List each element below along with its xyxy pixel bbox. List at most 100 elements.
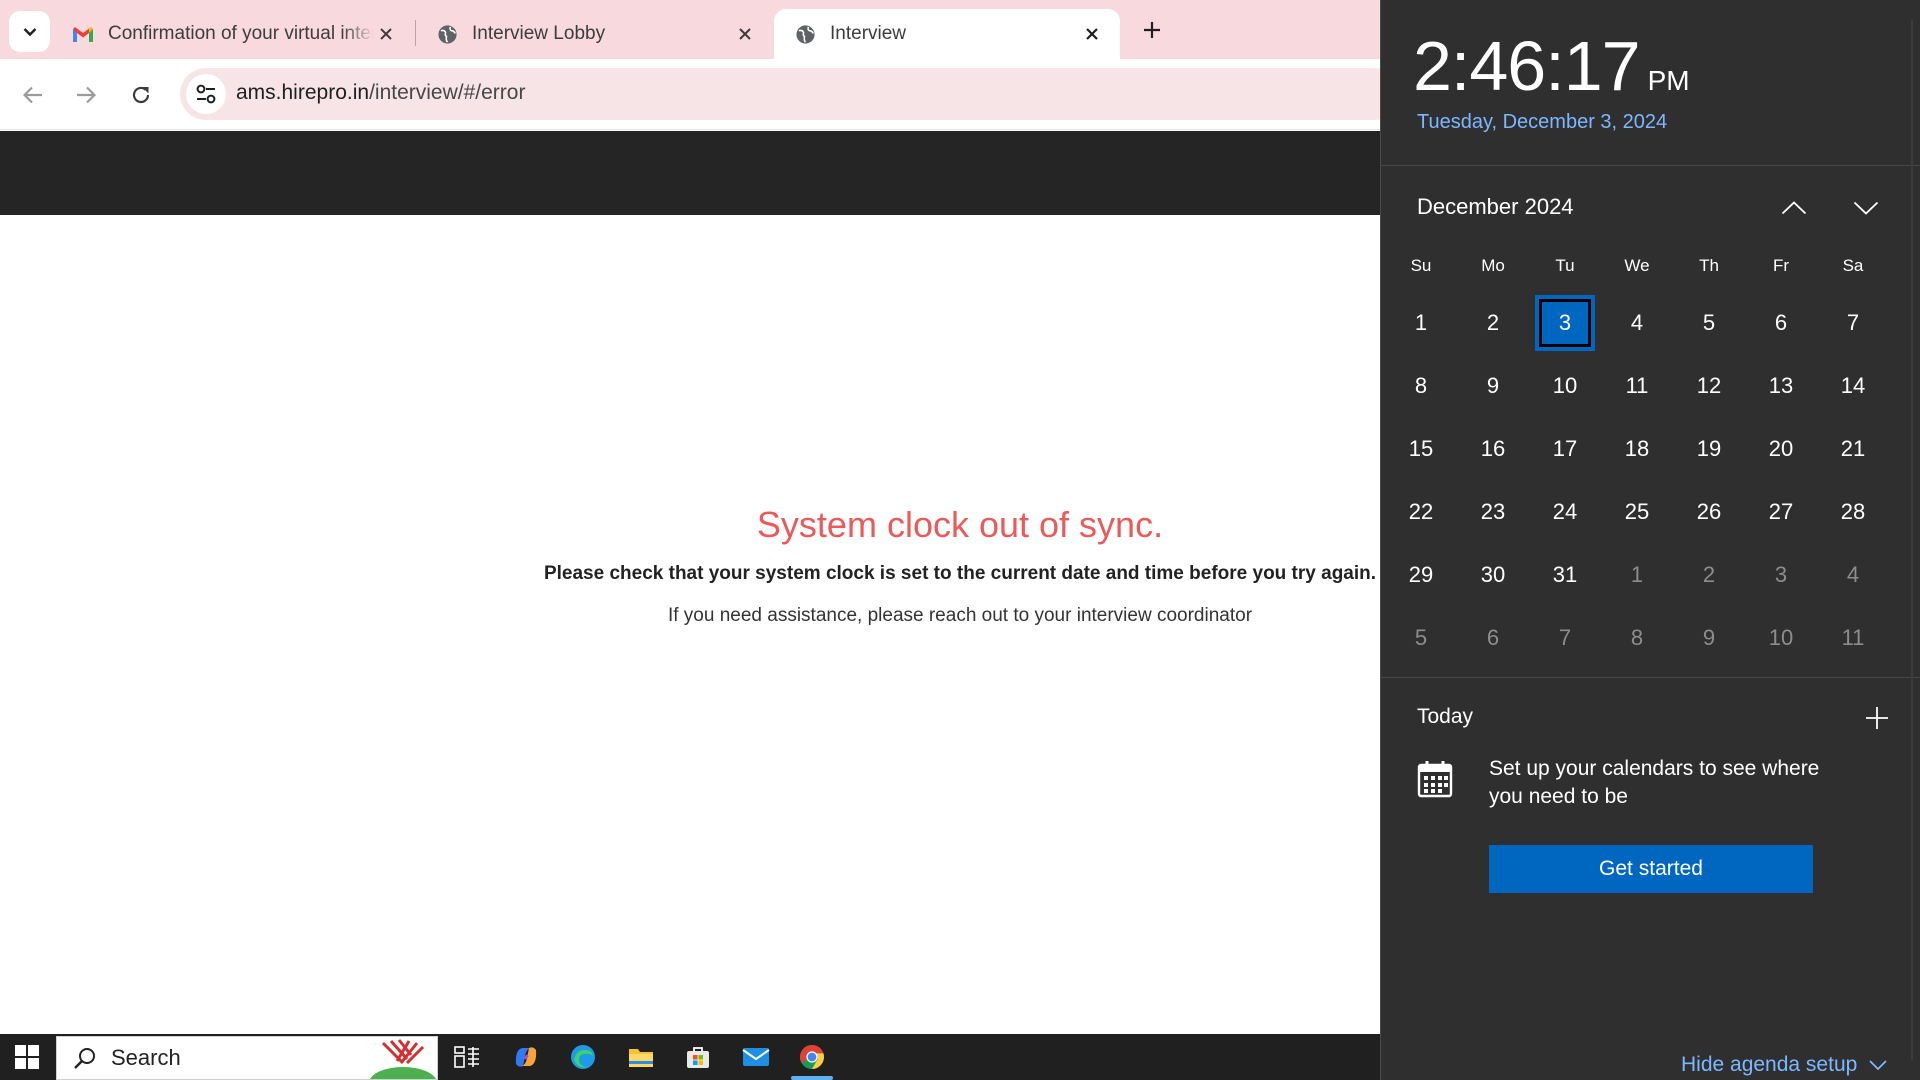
weekday-header: Th [1699, 256, 1719, 275]
calendar-day[interactable]: 14 [1823, 358, 1883, 414]
agenda-setup-message: Set up your calendars to see where you n… [1489, 757, 1820, 808]
divider [1381, 677, 1920, 678]
calendar-day[interactable]: 13 [1751, 358, 1811, 414]
site-header-bar [0, 131, 1380, 215]
taskbar-search-box[interactable]: Search [56, 1036, 438, 1080]
calendar-day[interactable]: 9 [1463, 358, 1523, 414]
agenda-today-label: Today [1417, 705, 1474, 728]
tab-gmail[interactable]: Confirmation of your virtual interview [52, 9, 414, 59]
long-date-link[interactable]: Tuesday, December 3, 2024 [1417, 111, 1667, 134]
file-explorer-icon [629, 1049, 653, 1067]
calendar-day[interactable]: 2 [1679, 547, 1739, 603]
calendar-day[interactable]: 23 [1463, 484, 1523, 540]
edge-icon [571, 1045, 595, 1069]
calendar-day[interactable]: 4 [1607, 295, 1667, 351]
calendar-day[interactable]: 26 [1679, 484, 1739, 540]
calendar-day[interactable]: 5 [1679, 295, 1739, 351]
new-tab-button[interactable] [1136, 12, 1168, 48]
close-icon[interactable] [374, 22, 398, 46]
address-bar[interactable]: ams.hirepro.in/interview/#/error [180, 68, 1400, 120]
calendar-day[interactable]: 9 [1679, 610, 1739, 666]
calendar-day[interactable]: 1 [1391, 295, 1451, 351]
next-month-button[interactable] [1846, 190, 1886, 226]
calendar-icon [1417, 761, 1453, 798]
calendar-day[interactable]: 2 [1463, 295, 1523, 351]
url-host: ams.hirepro.in [236, 81, 370, 104]
calendar-day[interactable]: 12 [1679, 358, 1739, 414]
browser-toolbar: ams.hirepro.in/interview/#/error [0, 59, 1400, 130]
chevron-down-icon [1869, 1060, 1887, 1070]
weekday-header: Fr [1772, 256, 1790, 275]
get-started-button[interactable]: Get started [1489, 845, 1813, 893]
calendar-day[interactable]: 28 [1823, 484, 1883, 540]
calendar-day-selected[interactable]: 3 [1535, 295, 1595, 351]
weekday-header: We [1624, 256, 1650, 275]
month-label[interactable]: December 2024 [1417, 194, 1574, 220]
divider [1381, 165, 1920, 166]
hide-agenda-setup-link[interactable]: Hide agenda setup [1681, 1053, 1887, 1077]
chevron-down-icon [23, 27, 36, 36]
close-icon[interactable] [733, 22, 757, 46]
chrome-icon [799, 1045, 824, 1069]
weekday-header: Mo [1481, 256, 1505, 275]
calendar-day[interactable]: 19 [1679, 421, 1739, 477]
calendar-day[interactable]: 27 [1751, 484, 1811, 540]
calendar-day[interactable]: 31 [1535, 547, 1595, 603]
tab-title: Interview [830, 23, 907, 44]
chrome-button[interactable] [785, 1034, 839, 1080]
edge-button[interactable] [556, 1034, 610, 1080]
calendar-day[interactable]: 3 [1751, 547, 1811, 603]
calendar-day[interactable]: 7 [1535, 610, 1595, 666]
gmail-icon [72, 23, 94, 45]
mail-button[interactable] [729, 1034, 783, 1080]
calendar-day[interactable]: 4 [1823, 547, 1883, 603]
tab-interview[interactable]: Interview [774, 9, 1120, 59]
calendar-day[interactable]: 24 [1535, 484, 1595, 540]
task-view-button[interactable] [440, 1034, 494, 1080]
calendar-day[interactable]: 25 [1607, 484, 1667, 540]
calendar-day[interactable]: 8 [1391, 358, 1451, 414]
calendar-day[interactable]: 22 [1391, 484, 1451, 540]
calendar-day[interactable]: 18 [1607, 421, 1667, 477]
site-info-button[interactable] [186, 74, 226, 114]
calendar-day[interactable]: 5 [1391, 610, 1451, 666]
task-view-icon [454, 1046, 479, 1068]
calendar-day[interactable]: 21 [1823, 421, 1883, 477]
plus-icon [1866, 707, 1888, 729]
add-event-button[interactable] [1859, 700, 1895, 736]
forward-button[interactable] [67, 76, 105, 114]
back-button[interactable] [14, 76, 52, 114]
calendar-day[interactable]: 8 [1607, 610, 1667, 666]
calendar-day[interactable]: 1 [1607, 547, 1667, 603]
copilot-button[interactable] [499, 1034, 553, 1080]
calendar-day[interactable]: 7 [1823, 295, 1883, 351]
search-icon [74, 1048, 95, 1069]
arrow-left-icon [23, 86, 42, 104]
store-icon [687, 1047, 709, 1068]
calendar-day[interactable]: 29 [1391, 547, 1451, 603]
previous-month-button[interactable] [1774, 190, 1814, 226]
calendar-day[interactable]: 16 [1463, 421, 1523, 477]
calendar-day[interactable]: 15 [1391, 421, 1451, 477]
windows-logo-icon [15, 1045, 39, 1069]
clock: 2:46:17 PM [1413, 26, 1690, 106]
tab-interview-lobby[interactable]: Interview Lobby [416, 9, 773, 59]
calendar-day[interactable]: 10 [1535, 358, 1595, 414]
calendar-day[interactable]: 20 [1751, 421, 1811, 477]
file-explorer-button[interactable] [614, 1034, 668, 1080]
calendar-flyout: 2:46:17 PM Tuesday, December 3, 2024 Dece… [1380, 0, 1920, 1080]
calendar-day[interactable]: 11 [1823, 610, 1883, 666]
close-icon[interactable] [1080, 22, 1104, 46]
store-button[interactable] [671, 1034, 725, 1080]
start-button[interactable] [0, 1034, 54, 1080]
calendar-day[interactable]: 6 [1751, 295, 1811, 351]
calendar-day[interactable]: 6 [1463, 610, 1523, 666]
tab-search-button[interactable] [9, 11, 50, 52]
reload-button[interactable] [122, 76, 160, 114]
chevron-down-icon [1853, 201, 1879, 215]
calendar-day[interactable]: 17 [1535, 421, 1595, 477]
calendar-day[interactable]: 10 [1751, 610, 1811, 666]
clock-ampm: PM [1647, 65, 1690, 96]
calendar-day[interactable]: 30 [1463, 547, 1523, 603]
calendar-day[interactable]: 11 [1607, 358, 1667, 414]
